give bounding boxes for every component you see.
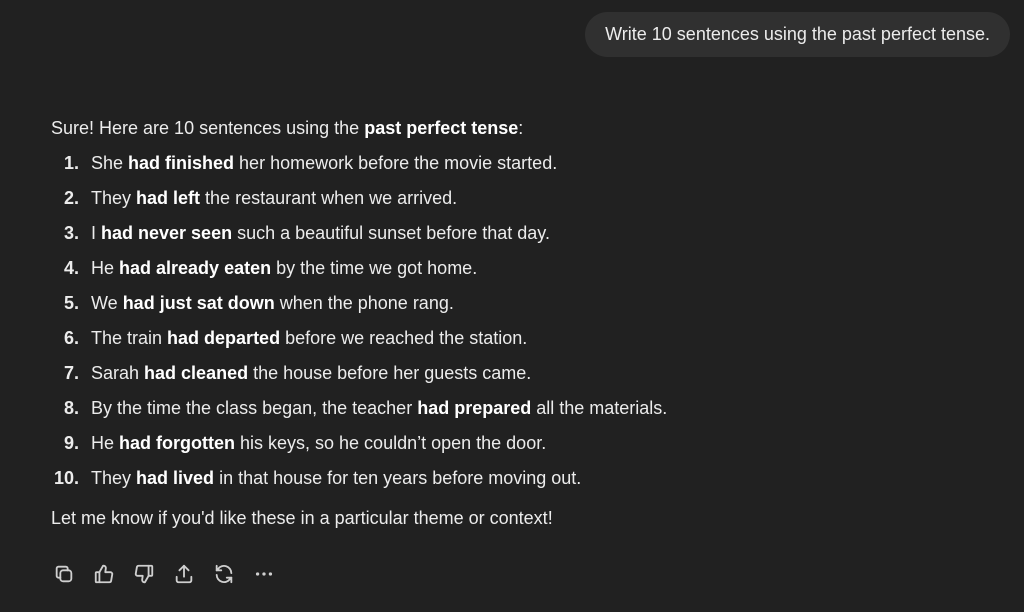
message-actions [51,560,291,588]
list-text: By the time the class began, the teacher… [91,398,668,418]
thumbs-down-icon [134,564,154,584]
list-number: 10. [53,468,79,488]
intro-colon: : [518,118,524,138]
list-item: 6. The train had departed before we reach… [51,321,991,356]
list-item: 4. He had already eaten by the time we go… [51,251,991,286]
list-item: 7. Sarah had cleaned the house before her… [51,356,991,391]
list-number: 8. [63,398,79,418]
list-item: 8. By the time the class began, the teach… [51,391,991,426]
assistant-message: Sure! Here are 10 sentences using the pa… [51,114,991,532]
list-text: He had forgotten his keys, so he couldn’… [91,433,547,453]
copy-button[interactable] [51,560,91,588]
list-text: We had just sat down when the phone rang… [91,293,454,313]
list-item: 2. They had left the restaurant when we a… [51,181,991,216]
list-number: 1. [63,153,79,173]
regenerate-button[interactable] [211,560,251,588]
list-text: They had left the restaurant when we arr… [91,188,458,208]
assistant-outro: Let me know if you'd like these in a par… [51,508,553,528]
list-text: I had never seen such a beautiful sunset… [91,223,550,243]
list-number: 2. [63,188,79,208]
list-text: Sarah had cleaned the house before her g… [91,363,532,383]
user-message-bubble: Write 10 sentences using the past perfec… [585,12,1010,57]
copy-icon [55,565,73,583]
more-options-icon [255,572,273,576]
list-item: 5. We had just sat down when the phone ra… [51,286,991,321]
bad-response-button[interactable] [131,560,171,588]
list-number: 4. [63,258,79,278]
list-item: 9. He had forgotten his keys, so he could… [51,426,991,461]
list-text: She had finished her homework before the… [91,153,558,173]
good-response-button[interactable] [91,560,131,588]
thumbs-up-icon [94,564,114,584]
list-number: 3. [63,223,79,243]
assistant-intro: Sure! Here are 10 sentences using the pa… [51,114,991,142]
more-options-button[interactable] [251,560,291,588]
list-text: The train had departed before we reached… [91,328,528,348]
list-text: They had lived in that house for ten yea… [91,468,582,488]
share-button[interactable] [171,560,211,588]
regenerate-icon [215,564,233,584]
list-number: 6. [63,328,79,348]
intro-text: Sure! Here are 10 sentences using the [51,118,365,138]
chat-page: Write 10 sentences using the past perfec… [0,0,1024,612]
list-number: 7. [63,363,79,383]
list-number: 9. [63,433,79,453]
list-number: 5. [63,293,79,313]
sentence-list: 1. She had finished her homework before t… [51,146,991,496]
list-item: 1. She had finished her homework before t… [51,146,991,181]
share-icon [175,564,193,584]
list-text: He had already eaten by the time we got … [91,258,478,278]
list-item: 10. They had lived in that house for ten … [51,461,991,496]
intro-bold-text: past perfect tense [364,118,519,138]
list-item: 3. I had never seen such a beautiful suns… [51,216,991,251]
